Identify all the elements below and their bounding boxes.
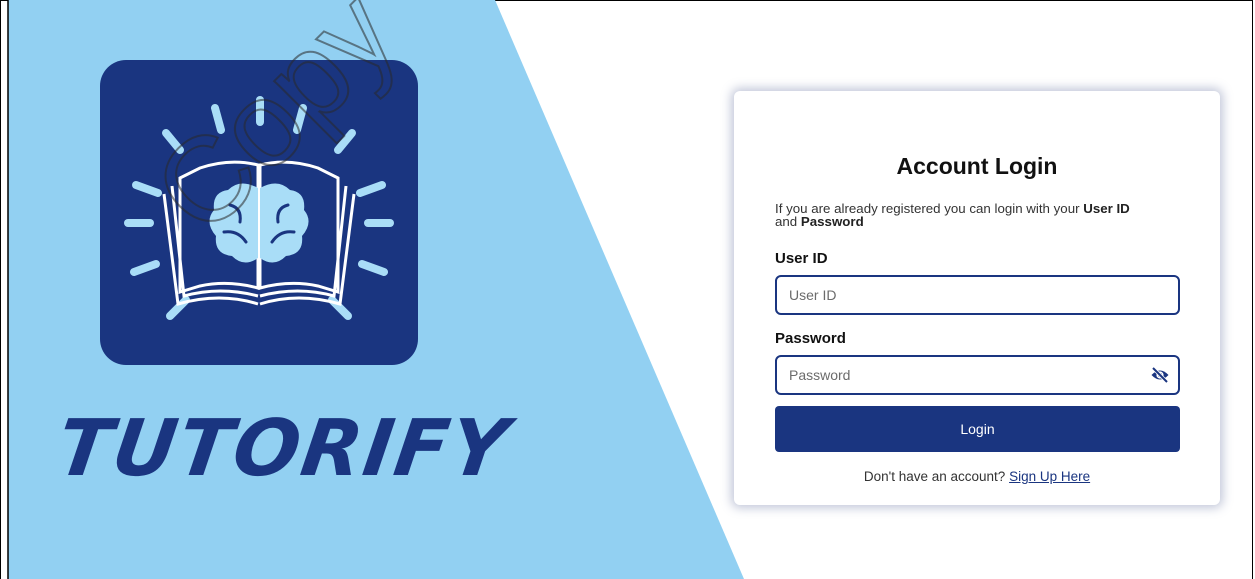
password-field-wrapper <box>775 355 1180 395</box>
user-id-label: User ID <box>775 250 828 267</box>
signup-link[interactable]: Sign Up Here <box>1009 469 1090 484</box>
password-label: Password <box>775 330 846 347</box>
password-input[interactable] <box>777 357 1178 393</box>
eye-slash-icon[interactable] <box>1150 365 1170 385</box>
description-password: Password <box>800 214 864 229</box>
brand-logo <box>100 60 418 365</box>
user-id-field-wrapper <box>775 275 1180 315</box>
signup-row: Don't have an account? Sign Up Here <box>775 469 1179 484</box>
login-card: Account Login If you are already registe… <box>734 91 1220 505</box>
login-title: Account Login <box>896 153 1058 179</box>
signup-prompt: Don't have an account? <box>863 469 1010 484</box>
login-button[interactable]: Login <box>775 406 1180 452</box>
book-brain-icon <box>124 96 394 320</box>
description-user-id: User ID <box>1083 201 1130 216</box>
login-description: If you are already registered you can lo… <box>775 201 1130 229</box>
user-id-input[interactable] <box>777 277 1178 313</box>
brand-name: TUTORIFY <box>51 404 516 494</box>
